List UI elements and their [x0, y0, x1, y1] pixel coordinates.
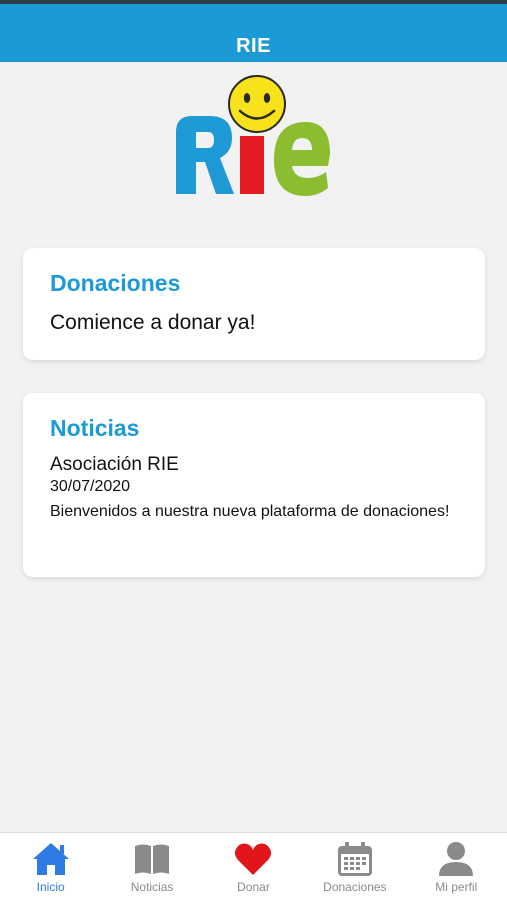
tab-donaciones-label: Donaciones	[323, 879, 387, 894]
donaciones-card-text: Comience a donar ya!	[50, 311, 256, 334]
news-source: Asociación RIE	[50, 454, 179, 475]
tab-mi-perfil[interactable]: Mi perfil	[406, 840, 507, 894]
news-body: Bienvenidos a nuestra nueva plataforma d…	[50, 503, 450, 520]
calendar-icon	[337, 841, 372, 876]
smiley-icon	[228, 75, 286, 133]
app-header: RIE	[0, 4, 507, 62]
logo-letter-e	[274, 122, 330, 196]
tab-donar[interactable]: Donar	[203, 840, 304, 894]
news-date: 30/07/2020	[50, 478, 131, 495]
tab-inicio-label: Inicio	[36, 879, 65, 894]
noticias-card-title: Noticias	[50, 415, 140, 441]
tab-noticias[interactable]: Noticias	[102, 840, 203, 894]
noticias-card[interactable]: Noticias Asociación RIE 30/07/2020 Bienv…	[23, 393, 485, 577]
tab-donar-label: Donar	[237, 879, 270, 894]
tab-noticias-label: Noticias	[130, 879, 174, 894]
logo-letter-i	[240, 136, 264, 194]
donaciones-card-title: Donaciones	[50, 270, 181, 296]
user-icon	[439, 841, 474, 876]
page-title: RIE	[236, 35, 271, 57]
bottom-tab-bar: Inicio Noticias Donar Donaciones Mi perf…	[0, 832, 507, 900]
book-icon	[135, 844, 170, 874]
tab-mi-perfil-label: Mi perfil	[435, 879, 478, 894]
home-icon	[32, 842, 69, 875]
logo-letter-r	[176, 116, 234, 194]
tab-inicio[interactable]: Inicio	[0, 840, 101, 894]
heart-icon	[235, 843, 272, 875]
donaciones-card[interactable]: Donaciones Comience a donar ya!	[23, 248, 485, 360]
tab-donaciones[interactable]: Donaciones	[304, 840, 405, 894]
rie-logo	[176, 75, 330, 196]
